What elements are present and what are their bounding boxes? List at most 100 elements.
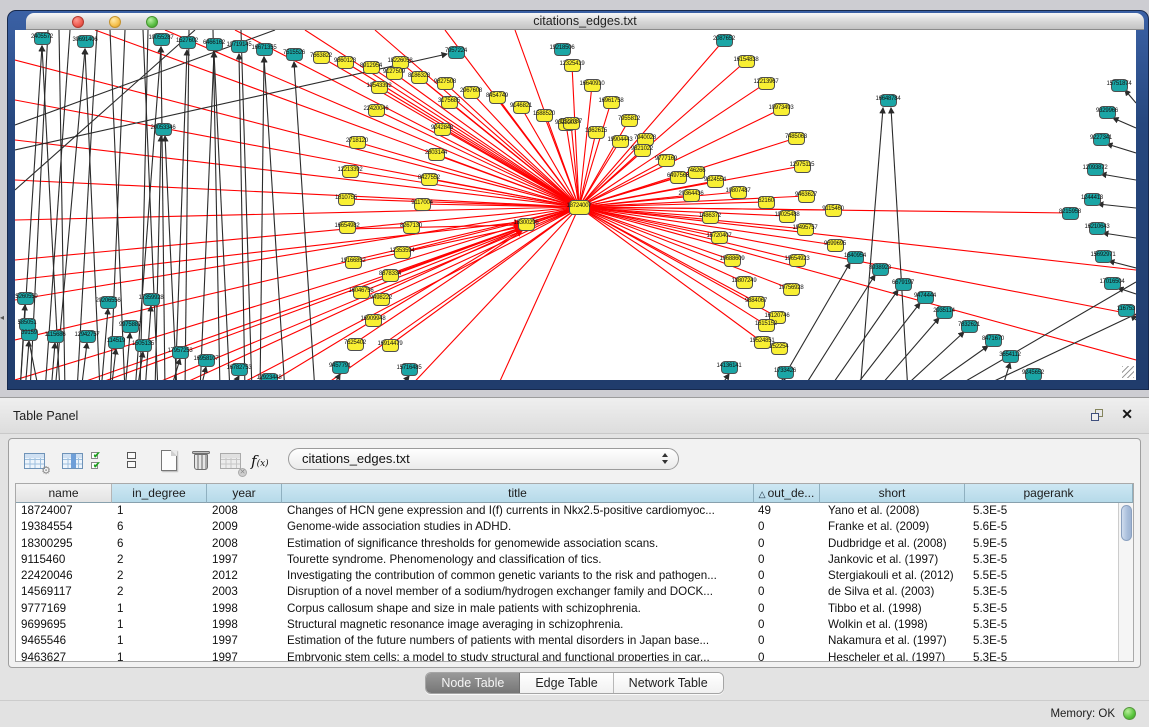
- column-header-short[interactable]: short: [820, 484, 965, 503]
- table-cell[interactable]: 14569117: [16, 584, 112, 600]
- table-row[interactable]: 969969511998Structural magnetic resonanc…: [16, 617, 1118, 633]
- table-cell[interactable]: 5.3E-5: [965, 584, 1118, 600]
- table-cell[interactable]: Investigating the contribution of common…: [282, 568, 754, 584]
- table-cell[interactable]: 5.5E-5: [965, 568, 1118, 584]
- table-row[interactable]: 1938455462009Genome-wide association stu…: [16, 519, 1118, 535]
- table-cell[interactable]: 9463627: [16, 650, 112, 661]
- table-cell[interactable]: Stergiakouli et al. (2012): [820, 568, 965, 584]
- table-cell[interactable]: 49: [754, 503, 820, 519]
- table-cell[interactable]: 6: [112, 519, 207, 535]
- table-cell[interactable]: 6: [112, 536, 207, 552]
- table-cell[interactable]: 9699695: [16, 617, 112, 633]
- table-cell[interactable]: 1997: [207, 633, 282, 649]
- table-cell[interactable]: 18724007: [16, 503, 112, 519]
- table-cell[interactable]: 0: [754, 536, 820, 552]
- column-header-year[interactable]: year: [207, 484, 282, 503]
- table-cell[interactable]: de Silva et al. (2003): [820, 584, 965, 600]
- table-cell[interactable]: 1997: [207, 552, 282, 568]
- table-selector-dropdown[interactable]: citations_edges.txt: [288, 448, 679, 470]
- table-cell[interactable]: Corpus callosum shape and size in male p…: [282, 601, 754, 617]
- table-cell[interactable]: 0: [754, 650, 820, 661]
- table-cell[interactable]: Franke et al. (2009): [820, 519, 965, 535]
- column-header-out-degree[interactable]: △out_de...: [754, 484, 820, 503]
- table-cell[interactable]: Disruption of a novel member of a sodium…: [282, 584, 754, 600]
- table-cell[interactable]: Nakamura et al. (1997): [820, 633, 965, 649]
- table-cell[interactable]: 1: [112, 617, 207, 633]
- float-panel-icon[interactable]: [1091, 409, 1105, 422]
- table-cell[interactable]: 1998: [207, 601, 282, 617]
- close-panel-icon[interactable]: ✕: [1121, 406, 1133, 423]
- table-cell[interactable]: Estimation of the future numbers of pati…: [282, 633, 754, 649]
- table-cell[interactable]: Estimation of significance thresholds fo…: [282, 536, 754, 552]
- table-cell[interactable]: 1: [112, 633, 207, 649]
- table-cell[interactable]: 2008: [207, 503, 282, 519]
- table-cell[interactable]: 2003: [207, 584, 282, 600]
- select-rows-icon[interactable]: ✔ ✔: [89, 446, 119, 476]
- tab-network-table[interactable]: Network Table: [614, 673, 723, 693]
- table-cell[interactable]: Wolkin et al. (1998): [820, 617, 965, 633]
- table-cell[interactable]: 0: [754, 568, 820, 584]
- table-row[interactable]: 946362711997Embryonic stem cells: a mode…: [16, 650, 1118, 661]
- table-cell[interactable]: 9465546: [16, 633, 112, 649]
- select-columns-icon[interactable]: [59, 446, 89, 476]
- network-canvas[interactable]: 1872400718300295766382298601238912954182…: [15, 30, 1136, 380]
- table-cell[interactable]: 0: [754, 633, 820, 649]
- table-cell[interactable]: 5.3E-5: [965, 552, 1118, 568]
- table-vertical-scrollbar[interactable]: [1118, 503, 1133, 661]
- table-cell[interactable]: 2009: [207, 519, 282, 535]
- table-cell[interactable]: Changes of HCN gene expression and I(f) …: [282, 503, 754, 519]
- scrollbar-thumb[interactable]: [1121, 505, 1132, 541]
- tab-node-table[interactable]: Node Table: [426, 673, 520, 693]
- table-cell[interactable]: 1: [112, 601, 207, 617]
- table-cell[interactable]: 9115460: [16, 552, 112, 568]
- tab-edge-table[interactable]: Edge Table: [520, 673, 613, 693]
- table-row[interactable]: 977716911998Corpus callosum shape and si…: [16, 601, 1118, 617]
- minimize-button[interactable]: [109, 16, 121, 28]
- table-cell[interactable]: 22420046: [16, 568, 112, 584]
- resize-grip[interactable]: [1122, 366, 1134, 378]
- table-row[interactable]: 1872400712008Changes of HCN gene express…: [16, 503, 1118, 519]
- close-button[interactable]: [72, 16, 84, 28]
- table-cell[interactable]: Hescheler et al. (1997): [820, 650, 965, 661]
- table-cell[interactable]: 1997: [207, 650, 282, 661]
- table-cell[interactable]: 5.3E-5: [965, 617, 1118, 633]
- column-header-name[interactable]: name: [16, 484, 112, 503]
- table-row[interactable]: 2242004622012Investigating the contribut…: [16, 568, 1118, 584]
- table-row[interactable]: 1456911722003Disruption of a novel membe…: [16, 584, 1118, 600]
- zoom-button[interactable]: [146, 16, 158, 28]
- table-cell[interactable]: 2008: [207, 536, 282, 552]
- table-row[interactable]: 911546021997Tourette syndrome. Phenomeno…: [16, 552, 1118, 568]
- table-cell[interactable]: 9777169: [16, 601, 112, 617]
- table-cell[interactable]: 1: [112, 650, 207, 661]
- table-cell[interactable]: Genome-wide association studies in ADHD.: [282, 519, 754, 535]
- column-header-pagerank[interactable]: pagerank: [965, 484, 1133, 503]
- delete-columns-icon[interactable]: ✕: [217, 446, 247, 476]
- table-cell[interactable]: 1: [112, 503, 207, 519]
- create-table-icon[interactable]: [155, 446, 185, 476]
- table-cell[interactable]: 0: [754, 552, 820, 568]
- table-cell[interactable]: 5.3E-5: [965, 650, 1118, 661]
- table-cell[interactable]: Dudbridge et al. (2008): [820, 536, 965, 552]
- table-cell[interactable]: 2: [112, 568, 207, 584]
- table-cell[interactable]: 5.6E-5: [965, 519, 1118, 535]
- table-row[interactable]: 1830029562008Estimation of significance …: [16, 536, 1118, 552]
- table-settings-icon[interactable]: ⚙: [21, 446, 51, 476]
- row-height-icon[interactable]: [117, 446, 147, 476]
- table-cell[interactable]: Tibbo et al. (1998): [820, 601, 965, 617]
- table-cell[interactable]: 2012: [207, 568, 282, 584]
- table-cell[interactable]: Tourette syndrome. Phenomenology and cla…: [282, 552, 754, 568]
- table-cell[interactable]: 5.3E-5: [965, 633, 1118, 649]
- table-cell[interactable]: 19384554: [16, 519, 112, 535]
- table-cell[interactable]: 0: [754, 584, 820, 600]
- table-cell[interactable]: 2: [112, 552, 207, 568]
- table-cell[interactable]: 2: [112, 584, 207, 600]
- function-builder-icon[interactable]: f(x): [251, 446, 281, 476]
- table-cell[interactable]: 5.3E-5: [965, 503, 1118, 519]
- delete-table-icon[interactable]: [187, 446, 217, 476]
- table-cell[interactable]: Structural magnetic resonance image aver…: [282, 617, 754, 633]
- table-cell[interactable]: 1998: [207, 617, 282, 633]
- column-header-title[interactable]: title: [282, 484, 754, 503]
- table-cell[interactable]: 0: [754, 617, 820, 633]
- table-row[interactable]: 946554611997Estimation of the future num…: [16, 633, 1118, 649]
- column-header-in-degree[interactable]: in_degree: [112, 484, 207, 503]
